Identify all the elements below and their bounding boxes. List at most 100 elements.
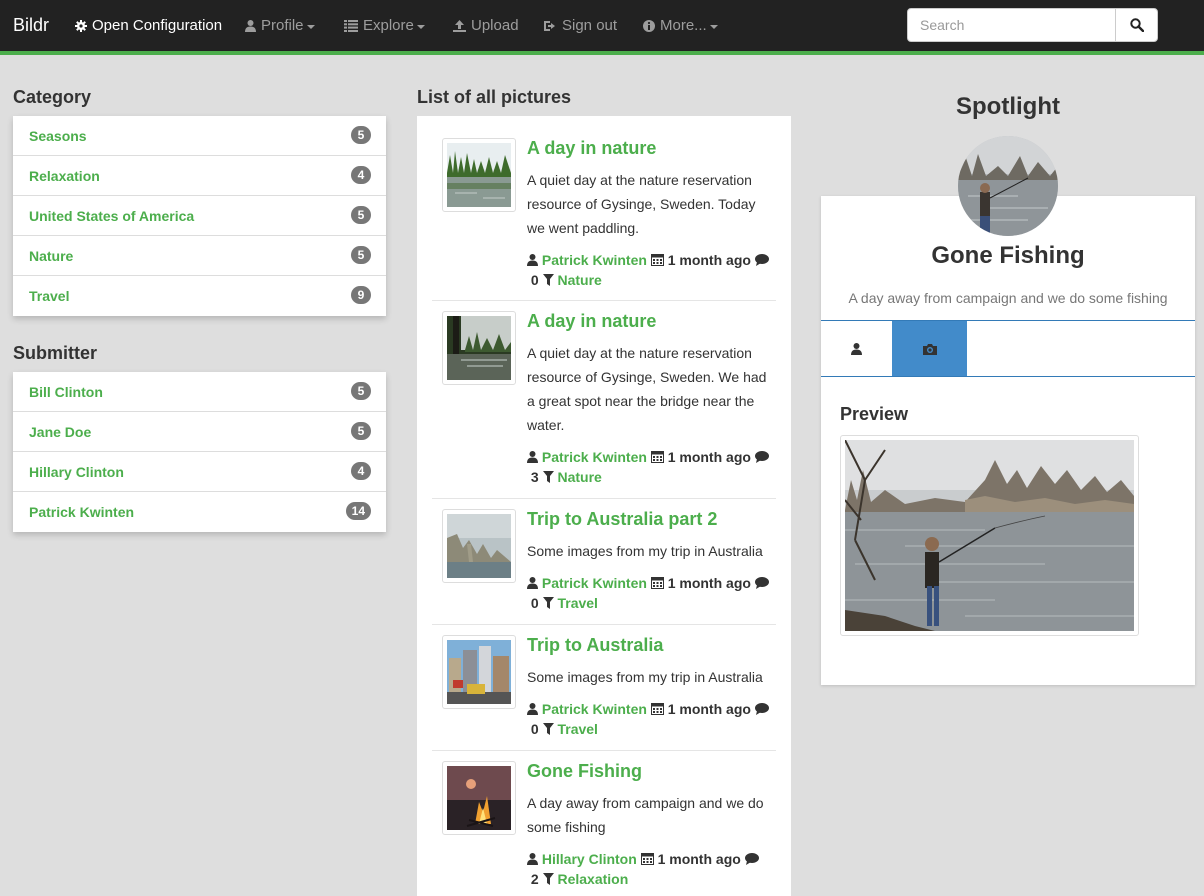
- list-item-label: Hillary Clinton: [29, 464, 124, 480]
- comment-icon: [744, 853, 759, 865]
- submitter-item-bill-clinton[interactable]: Bill Clinton 5: [13, 372, 386, 412]
- comment-icon: [754, 577, 769, 589]
- list-item-label: Nature: [29, 248, 74, 264]
- user-icon: [527, 451, 538, 463]
- picture-title-link[interactable]: Trip to Australia part 2: [527, 509, 717, 530]
- submitter-item-jane-doe[interactable]: Jane Doe 5: [13, 412, 386, 452]
- search-button[interactable]: [1115, 8, 1158, 42]
- sign-out-icon: [544, 20, 555, 31]
- author-link[interactable]: Patrick Kwinten: [542, 575, 647, 591]
- tab-photo[interactable]: [892, 321, 967, 376]
- comment-count: 0: [530, 721, 539, 737]
- preview-image-frame[interactable]: [840, 435, 1139, 636]
- list-item-label: Travel: [29, 288, 70, 304]
- submitter-item-patrick-kwinten[interactable]: Patrick Kwinten 14: [13, 492, 386, 532]
- author-link[interactable]: Patrick Kwinten: [542, 252, 647, 268]
- picture-meta: Patrick Kwinten 1 month ago 0 Nature: [527, 250, 779, 290]
- calendar-icon: [640, 853, 654, 865]
- picture-thumbnail[interactable]: [442, 509, 516, 583]
- picture-thumbnail[interactable]: [442, 761, 516, 835]
- nav-upload[interactable]: Upload: [453, 17, 519, 34]
- fishing-preview-image: [844, 439, 1134, 631]
- picture-title-link[interactable]: A day in nature: [527, 138, 656, 159]
- submitter-heading: Submitter: [13, 343, 98, 363]
- picture-item: Trip to Australia Some images from my tr…: [432, 625, 776, 751]
- coastal-cliffs-thumbnail-image: [447, 514, 511, 578]
- list-item-label: Bill Clinton: [29, 384, 103, 400]
- picture-item: Trip to Australia part 2 Some images fro…: [432, 499, 776, 625]
- comment-count: 3: [530, 469, 539, 485]
- picture-description: A quiet day at the nature reservation re…: [527, 172, 756, 236]
- picture-meta: Patrick Kwinten 1 month ago 3 Nature: [527, 447, 779, 487]
- tab-profile[interactable]: [821, 321, 891, 376]
- category-item-travel[interactable]: Travel 9: [13, 276, 386, 316]
- calendar-icon: [650, 254, 664, 266]
- nav-label: Sign out: [562, 17, 618, 34]
- user-icon: [850, 342, 862, 355]
- user-icon: [527, 853, 538, 865]
- comment-count: 0: [530, 595, 539, 611]
- caret-down-icon: [306, 24, 315, 29]
- submitter-item-hillary-clinton[interactable]: Hillary Clinton 4: [13, 452, 386, 492]
- pictures-heading: List of all pictures: [417, 87, 572, 107]
- picture-item: A day in nature A quiet day at the natur…: [432, 301, 776, 499]
- count-badge: 4: [351, 166, 371, 184]
- info-icon: [643, 19, 655, 32]
- list-icon: [344, 19, 358, 32]
- category-link[interactable]: Nature: [557, 469, 601, 485]
- time-ago: 1 month ago: [667, 701, 751, 717]
- nav-profile[interactable]: Profile: [245, 17, 315, 34]
- search-input[interactable]: [907, 8, 1116, 42]
- count-badge: 9: [351, 286, 371, 304]
- category-item-nature[interactable]: Nature 5: [13, 236, 386, 276]
- spotlight-name: Gone Fishing: [931, 242, 1085, 269]
- picture-thumbnail[interactable]: [442, 138, 516, 212]
- user-icon: [527, 254, 538, 266]
- user-icon: [527, 703, 538, 715]
- lake-forest-thumbnail-image: [447, 143, 511, 207]
- category-link[interactable]: Travel: [557, 721, 597, 737]
- author-link[interactable]: Patrick Kwinten: [542, 449, 647, 465]
- category-item-seasons[interactable]: Seasons 5: [13, 116, 386, 156]
- picture-title-link[interactable]: A day in nature: [527, 311, 656, 332]
- nav-open-configuration[interactable]: Open Configuration: [75, 17, 222, 34]
- category-list: Seasons 5 Relaxation 4 United States of Am…: [13, 116, 386, 316]
- gear-icon: [75, 19, 87, 32]
- filter-icon: [542, 597, 554, 609]
- calendar-icon: [650, 703, 664, 715]
- author-link[interactable]: Patrick Kwinten: [542, 701, 647, 717]
- nav-sign-out[interactable]: Sign out: [544, 17, 617, 34]
- filter-icon: [542, 274, 554, 286]
- author-link[interactable]: Hillary Clinton: [542, 851, 637, 867]
- picture-description: Some images from my trip in Australia: [527, 669, 763, 685]
- upload-icon: [453, 19, 466, 32]
- category-link[interactable]: Nature: [557, 272, 601, 288]
- time-ago: 1 month ago: [667, 575, 751, 591]
- list-item-label: United States of America: [29, 208, 195, 224]
- nav-explore[interactable]: Explore: [344, 17, 425, 34]
- brand-logo[interactable]: Bildr: [13, 15, 49, 36]
- picture-thumbnail[interactable]: [442, 635, 516, 709]
- camera-icon: [922, 343, 937, 355]
- picture-description: A quiet day at the nature reservation re…: [527, 345, 767, 433]
- picture-title-link[interactable]: Trip to Australia: [527, 635, 663, 656]
- count-badge: 5: [351, 246, 371, 264]
- picture-meta: Patrick Kwinten 1 month ago 0 Travel: [527, 573, 779, 613]
- nav-label: Open Configuration: [92, 17, 223, 34]
- picture-description: Some images from my trip in Australia: [527, 543, 763, 559]
- calendar-icon: [650, 451, 664, 463]
- picture-title-link[interactable]: Gone Fishing: [527, 761, 642, 782]
- picture-thumbnail[interactable]: [442, 311, 516, 385]
- category-item-relaxation[interactable]: Relaxation 4: [13, 156, 386, 196]
- category-item-usa[interactable]: United States of America 5: [13, 196, 386, 236]
- caret-down-icon: [416, 24, 425, 29]
- nav-label: Explore: [363, 17, 414, 34]
- comment-count: 0: [530, 272, 539, 288]
- nav-more[interactable]: More...: [643, 17, 718, 34]
- count-badge: 5: [351, 206, 371, 224]
- search-form: [907, 8, 1158, 42]
- list-item-label: Seasons: [29, 128, 87, 144]
- category-link[interactable]: Travel: [557, 595, 597, 611]
- avatar[interactable]: [958, 136, 1058, 236]
- submitter-list: Bill Clinton 5 Jane Doe 5 Hillary Clinton 4…: [13, 372, 386, 532]
